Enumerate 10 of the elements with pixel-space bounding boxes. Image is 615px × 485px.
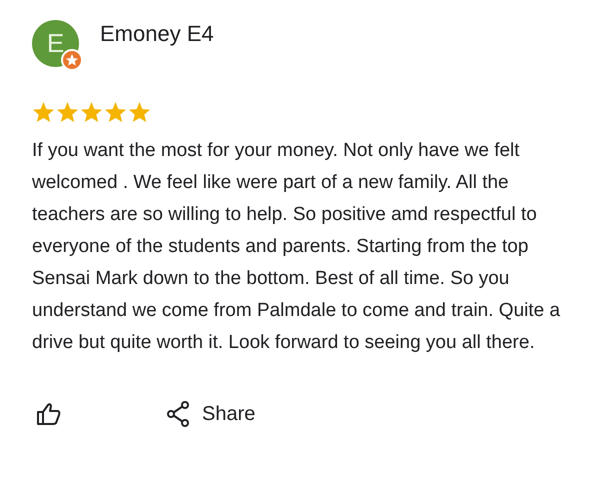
star-icon <box>32 101 55 123</box>
review-text: If you want the most for your money. Not only have we felt welcomed . We feel like were part of a new family. All the teachers are so willing to help. So positive amd respectful to everyone of the students and parents. Starting from the top Sensai Mark down to the bottom. Best of all time. So you understand we come from Palmdale to come and train. Quite a drive but quite worth it. Look forward to seeing you all there. <box>32 139 562 355</box>
share-icon <box>166 401 190 427</box>
thumbs-up-icon <box>36 402 62 426</box>
star-icon <box>80 101 103 123</box>
share-button[interactable]: Share <box>162 395 260 433</box>
author-name: Emoney E4 <box>100 20 214 48</box>
star-icon <box>104 101 127 123</box>
star-icon <box>56 101 79 123</box>
star-icon <box>128 101 151 123</box>
